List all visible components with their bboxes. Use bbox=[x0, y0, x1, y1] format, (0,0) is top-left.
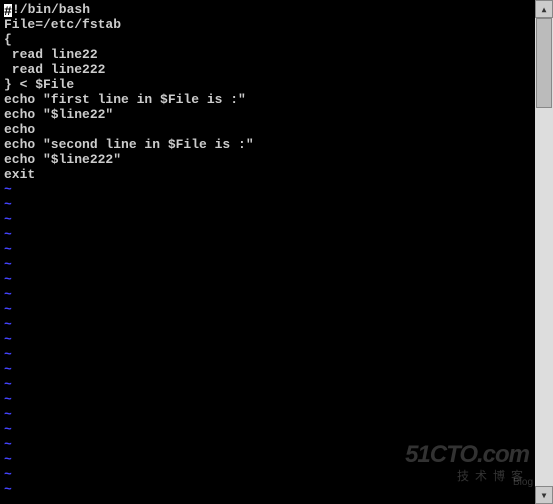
empty-line-marker: ~ bbox=[4, 227, 529, 242]
code-line: echo "$line22" bbox=[4, 107, 529, 122]
scroll-thumb[interactable] bbox=[536, 18, 552, 108]
empty-line-marker: ~ bbox=[4, 197, 529, 212]
empty-line-marker: ~ bbox=[4, 347, 529, 362]
code-line: read line22 bbox=[4, 47, 529, 62]
empty-line-marker: ~ bbox=[4, 302, 529, 317]
empty-line-marker: ~ bbox=[4, 467, 529, 482]
empty-line-marker: ~ bbox=[4, 212, 529, 227]
line-text-0: !/bin/bash bbox=[12, 2, 90, 17]
empty-line-marker: ~ bbox=[4, 437, 529, 452]
scroll-track[interactable] bbox=[535, 18, 553, 486]
empty-line-marker: ~ bbox=[4, 407, 529, 422]
empty-line-marker: ~ bbox=[4, 182, 529, 197]
code-line: } < $File bbox=[4, 77, 529, 92]
code-line: File=/etc/fstab bbox=[4, 17, 529, 32]
empty-line-marker: ~ bbox=[4, 482, 529, 497]
empty-line-marker: ~ bbox=[4, 392, 529, 407]
code-line: echo "first line in $File is :" bbox=[4, 92, 529, 107]
cursor-block: # bbox=[4, 4, 12, 17]
scroll-down-button[interactable] bbox=[535, 486, 553, 504]
code-line: read line222 bbox=[4, 62, 529, 77]
code-line: echo bbox=[4, 122, 529, 137]
code-line: #!/bin/bash bbox=[4, 2, 529, 17]
scroll-up-button[interactable] bbox=[535, 0, 553, 18]
empty-line-marker: ~ bbox=[4, 242, 529, 257]
code-area[interactable]: #!/bin/bash File=/etc/fstab { read line2… bbox=[4, 2, 529, 497]
empty-line-marker: ~ bbox=[4, 422, 529, 437]
empty-line-marker: ~ bbox=[4, 452, 529, 467]
empty-line-marker: ~ bbox=[4, 257, 529, 272]
empty-line-marker: ~ bbox=[4, 287, 529, 302]
empty-line-marker: ~ bbox=[4, 377, 529, 392]
code-line: echo "second line in $File is :" bbox=[4, 137, 529, 152]
empty-line-marker: ~ bbox=[4, 362, 529, 377]
vertical-scrollbar[interactable] bbox=[535, 0, 553, 504]
code-line: exit bbox=[4, 167, 529, 182]
code-line: { bbox=[4, 32, 529, 47]
terminal-editor[interactable]: #!/bin/bash File=/etc/fstab { read line2… bbox=[0, 0, 533, 504]
empty-line-marker: ~ bbox=[4, 317, 529, 332]
code-line: echo "$line222" bbox=[4, 152, 529, 167]
empty-line-marker: ~ bbox=[4, 272, 529, 287]
empty-line-marker: ~ bbox=[4, 332, 529, 347]
